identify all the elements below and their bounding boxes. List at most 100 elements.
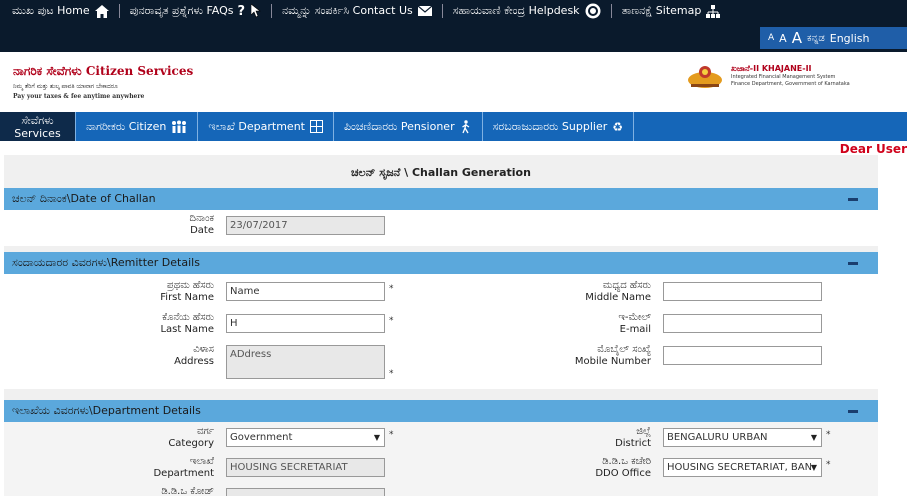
district-label-en: District (615, 438, 651, 449)
top-nav-contact[interactable]: ನಮ್ಮನ್ನು ಸಂಪರ್ಕಿಸಿ Contact Us (282, 4, 432, 18)
divider (271, 4, 273, 18)
required-mark: * (389, 284, 394, 294)
top-nav-helpdesk-label: ಸಹಾಯವಾಣಿ ಕೇಂದ್ರ Helpdesk (452, 4, 580, 17)
first-name-input[interactable]: Name (226, 282, 385, 301)
khajane-subtitle-2: Finance Department, Government of Karnat… (731, 81, 850, 87)
category-select[interactable]: Government ▼ (226, 428, 385, 447)
category-select-value: Government (230, 432, 293, 443)
top-nav-sitemap-label: ತಾಣನಕ್ಷೆ Sitemap (621, 4, 702, 17)
khajane-text: ಖಜಾನೆ-II KHAJANE-II Integrated Financial… (731, 64, 881, 88)
ddo-code-field[interactable] (226, 488, 385, 496)
ddo-office-select[interactable]: HOUSING SECRETARIAT, BANGA ▼ (663, 458, 822, 477)
challan-form: ಚಲನ್ ಸೃಜನೆ \ Challan Generation ಚಲನ್ ದಿನ… (4, 155, 878, 496)
challan-date-field[interactable]: 23/07/2017 (226, 216, 385, 235)
logo-title: ನಾಗರಿಕ ಸೇವೆಗಳು Citizen Services (13, 64, 193, 79)
section-remitter-title: ಸಂದಾಯದಾರರ ವಿವರಗಳು\Remitter Details (12, 256, 200, 269)
nav-services-en: Services (14, 126, 61, 140)
mobile-label-kn: ಮೊಬೈಲ್ ಸಂಖ್ಯೆ (597, 344, 651, 355)
nav-supplier[interactable]: ಸರಬರಾಜುದಾರರು Supplier ♻ (483, 112, 635, 141)
government-seal-icon (688, 66, 722, 88)
top-nav-contact-label: ನಮ್ಮನ್ನು ಸಂಪರ್ಕಿಸಿ Contact Us (282, 4, 413, 17)
last-name-label: ಕೊನೆಯ ಹೆಸರು Last Name (64, 312, 214, 336)
first-name-label: ಪ್ರಥಮ ಹೆಸರು First Name (64, 280, 214, 304)
site-header: ನಾಗರಿಕ ಸೇವೆಗಳು Citizen Services ನಿಮ್ಮ ತೆ… (0, 52, 907, 112)
mail-icon (417, 6, 432, 16)
nav-services[interactable]: ಸೇವೆಗಳು Services (0, 112, 76, 141)
dropdown-arrow-icon: ▼ (810, 433, 817, 442)
section-department-header[interactable]: ಇಲಾಖೆಯ ವಿವರಗಳು\Department Details (4, 400, 878, 422)
district-label: ಜಿಲ್ಲೆ District (501, 426, 651, 450)
middle-name-label: ಮಧ್ಯದ ಹೆಸರು Middle Name (501, 280, 651, 304)
date-label-kn: ದಿನಾಂಕ (189, 213, 214, 224)
middle-name-input[interactable] (663, 282, 822, 301)
khajane-title: ಖಜಾನೆ-II KHAJANE-II (731, 64, 812, 73)
top-nav-helpdesk[interactable]: ಸಹಾಯವಾಣಿ ಕೇಂದ್ರ Helpdesk (453, 3, 601, 19)
section-remitter-header[interactable]: ಸಂದಾಯದಾರರ ವಿವರಗಳು\Remitter Details (4, 252, 878, 274)
mouse-cursor-icon (251, 4, 261, 18)
district-label-kn: ಜಿಲ್ಲೆ (636, 426, 651, 437)
language-bar: A A A ಕನ್ನಡ English (760, 27, 907, 49)
address-textarea[interactable]: ADdress (226, 345, 385, 379)
section-date-title: ಚಲನ್ ದಿನಾಂಕ\Date of Challan (12, 192, 156, 205)
mobile-input[interactable] (663, 346, 822, 365)
dropdown-arrow-icon: ▼ (810, 463, 817, 472)
email-label-kn: ಇ-ಮೇಲ್ (618, 312, 651, 323)
section-date-header[interactable]: ಚಲನ್ ದಿನಾಂಕ\Date of Challan (4, 188, 878, 210)
ddo-office-select-value: HOUSING SECRETARIAT, BANGA (667, 462, 811, 473)
lang-english[interactable]: English (830, 32, 870, 45)
email-input[interactable] (663, 314, 822, 333)
last-name-input[interactable]: H (226, 314, 385, 333)
required-mark: * (389, 369, 394, 379)
font-size-medium[interactable]: A (779, 32, 787, 45)
email-label-en: E-mail (619, 324, 651, 335)
district-select[interactable]: BENGALURU URBAN ▼ (663, 428, 822, 447)
last-name-label-kn: ಕೊನೆಯ ಹೆಸರು (162, 312, 214, 323)
logo-title-kn: ನಾಗರಿಕ ಸೇವೆಗಳು (13, 64, 82, 78)
nav-citizen-label: ನಾಗರೀಕರು Citizen (86, 119, 167, 133)
question-icon: ? (237, 3, 246, 19)
category-label: ವರ್ಗ Category (64, 426, 214, 450)
top-bar: ಮುಖ ಪುಟ Home ಪುನರಾವೃತ ಪ್ರಶ್ನೆಗಳು FAQs ? … (0, 0, 907, 52)
divider (118, 4, 120, 18)
section-department-body: ವರ್ಗ Category Government ▼ * ಜಿಲ್ಲೆ Dist… (4, 422, 878, 496)
people-icon (172, 120, 187, 133)
nav-department[interactable]: ಇಲಾಖೆ Department (198, 112, 334, 141)
category-label-en: Category (168, 438, 214, 449)
collapse-icon[interactable] (848, 410, 858, 413)
category-label-kn: ವರ್ಗ (196, 426, 214, 437)
top-nav-faqs[interactable]: ಪುನರಾವೃತ ಪ್ರಶ್ನೆಗಳು FAQs ? (130, 4, 245, 19)
nav-pensioner[interactable]: ಪಿಂಚಣಿದಾರರು Pensioner (334, 112, 483, 141)
nav-services-kn: ಸೇವೆಗಳು (21, 113, 54, 127)
divider (610, 4, 612, 18)
top-nav-sitemap[interactable]: ತಾಣನಕ್ಷೆ Sitemap (622, 4, 721, 18)
helpdesk-icon (585, 3, 601, 19)
address-label-kn: ವಿಳಾಸ (193, 344, 214, 355)
mobile-label: ಮೊಬೈಲ್ ಸಂಖ್ಯೆ Mobile Number (501, 344, 651, 368)
nav-pensioner-label: ಪಿಂಚಣಿದಾರರು Pensioner (343, 119, 455, 133)
font-size-large[interactable]: A (792, 29, 802, 47)
khajane-logo: ಖಜಾನೆ-II KHAJANE-II Integrated Financial… (685, 64, 881, 90)
ddo-office-label-kn: ಡಿ.ಡಿ.ಒ ಕಚೇರಿ (602, 456, 651, 467)
required-mark: * (389, 430, 394, 440)
section-department-title: ಇಲಾಖೆಯ ವಿವರಗಳು\Department Details (12, 404, 201, 417)
first-name-label-en: First Name (160, 292, 214, 303)
collapse-icon[interactable] (848, 198, 858, 201)
email-label: ಇ-ಮೇಲ್ E-mail (501, 312, 651, 336)
nav-citizen[interactable]: ನಾಗರೀಕರು Citizen (76, 112, 199, 141)
address-label-en: Address (174, 356, 214, 367)
department-field[interactable]: HOUSING SECRETARIAT (226, 458, 385, 477)
font-size-small[interactable]: A (768, 33, 774, 43)
top-nav-home[interactable]: ಮುಖ ಪುಟ Home (12, 4, 109, 18)
nav-supplier-label: ಸರಬರಾಜುದಾರರು Supplier (492, 119, 608, 133)
divider (441, 4, 443, 18)
top-nav-faqs-label: ಪುನರಾವೃತ ಪ್ರಶ್ನೆಗಳು FAQs (129, 4, 234, 17)
department-label-en: Department (153, 468, 214, 479)
citizen-services-logo[interactable]: ನಾಗರಿಕ ಸೇವೆಗಳು Citizen Services ನಿಮ್ಮ ತೆ… (13, 64, 193, 100)
collapse-icon[interactable] (848, 262, 858, 265)
section-date-body: ದಿನಾಂಕ Date 23/07/2017 (4, 210, 878, 246)
date-label: ದಿನಾಂಕ Date (64, 213, 214, 237)
nav-department-label: ಇಲಾಖೆ Department (208, 119, 305, 133)
ddo-office-label: ಡಿ.ಡಿ.ಒ ಕಚೇರಿ DDO Office (501, 456, 651, 480)
grid-icon (309, 120, 323, 133)
lang-kannada[interactable]: ಕನ್ನಡ (807, 33, 825, 44)
